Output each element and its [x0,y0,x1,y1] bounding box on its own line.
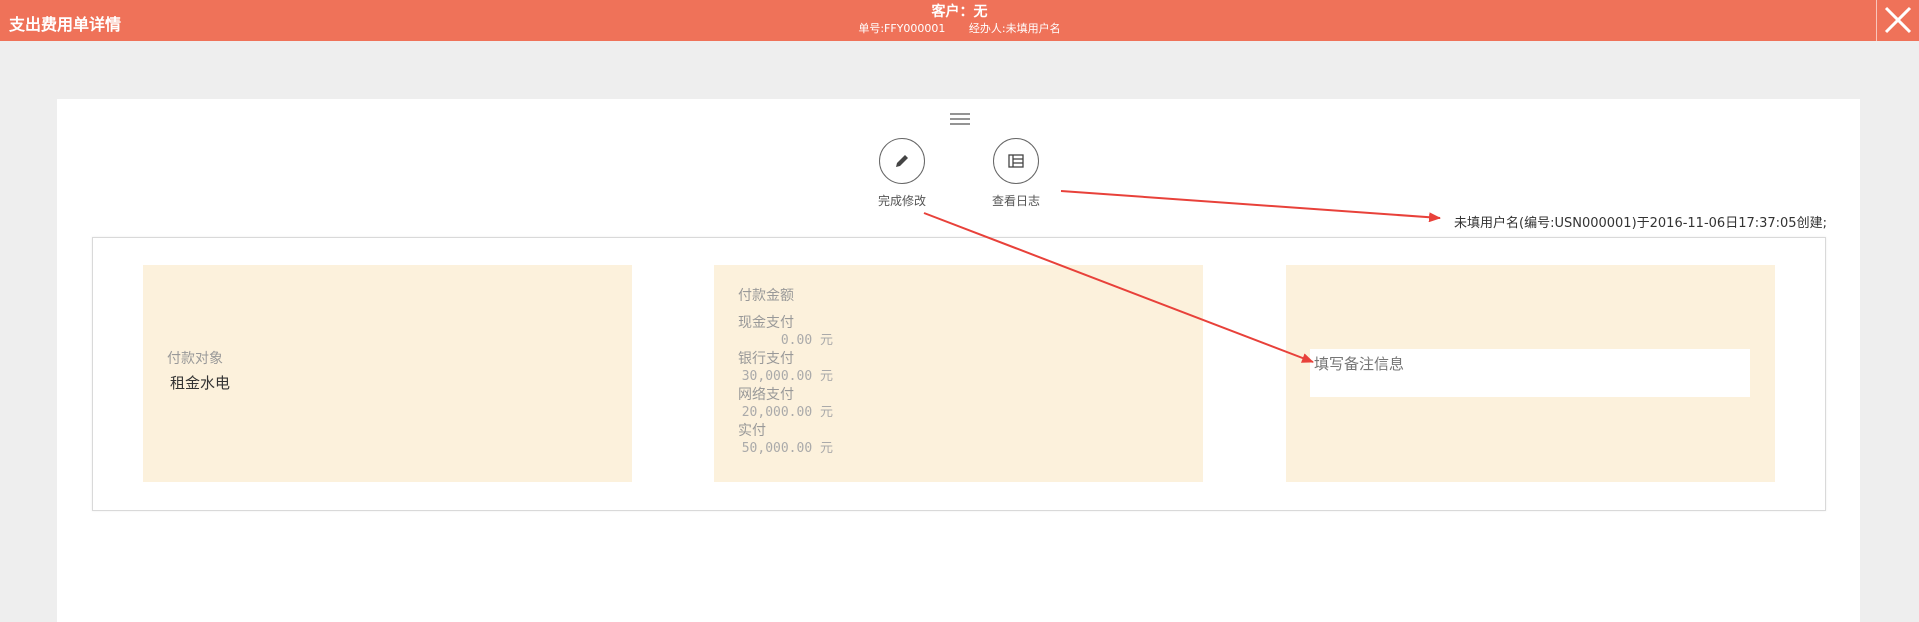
online-label: 网络支付 [738,387,794,403]
order-meta: 单号:FFY000001 经办人:未填用户名 [0,21,1919,36]
close-button[interactable] [1876,0,1919,41]
pencil-icon [896,155,908,167]
payment-title: 付款金额 [738,288,794,304]
order-number: 单号:FFY000001 [858,22,946,35]
payee-value: 租金水电 [170,374,231,392]
log-circle [993,138,1039,184]
bank-label: 银行支付 [738,351,794,367]
payee-label: 付款对象 [167,351,223,367]
online-amount: 20,000.00 元 [741,405,833,420]
view-log-button[interactable]: 查看日志 [971,138,1061,209]
finish-edit-label: 完成修改 [877,194,926,208]
creation-log-text: 未填用户名(编号:USN000001)于2016-11-06日17:37:05创… [1454,216,1827,231]
cash-label: 现金支付 [738,315,794,331]
top-bar: 支出费用单详情 客户：无 单号:FFY000001 经办人:未填用户名 [0,0,1919,41]
customer-label: 客户：无 [931,4,988,20]
menu-icon[interactable] [950,111,970,125]
payment-panel: 付款金额 现金支付 0.00 元 银行支付 30,000.00 元 网络支付 2… [714,265,1203,482]
bank-amount: 30,000.00 元 [741,369,833,384]
edit-circle [879,138,925,184]
handler-name: 经办人:未填用户名 [968,22,1061,35]
close-icon [1884,6,1912,34]
header-info: 客户：无 单号:FFY000001 经办人:未填用户名 [0,4,1919,36]
view-log-label: 查看日志 [991,194,1040,208]
remark-input[interactable] [1310,349,1750,397]
payment-amounts: 付款金额 现金支付 0.00 元 银行支付 30,000.00 元 网络支付 2… [738,287,833,458]
remark-panel [1286,265,1775,482]
payee-panel: 付款对象 租金水电 [143,265,632,482]
cash-amount: 0.00 元 [780,333,833,348]
list-icon [1008,154,1024,168]
finish-edit-button[interactable]: 完成修改 [857,138,947,209]
paid-amount: 50,000.00 元 [741,441,833,456]
paid-label: 实付 [738,423,766,439]
